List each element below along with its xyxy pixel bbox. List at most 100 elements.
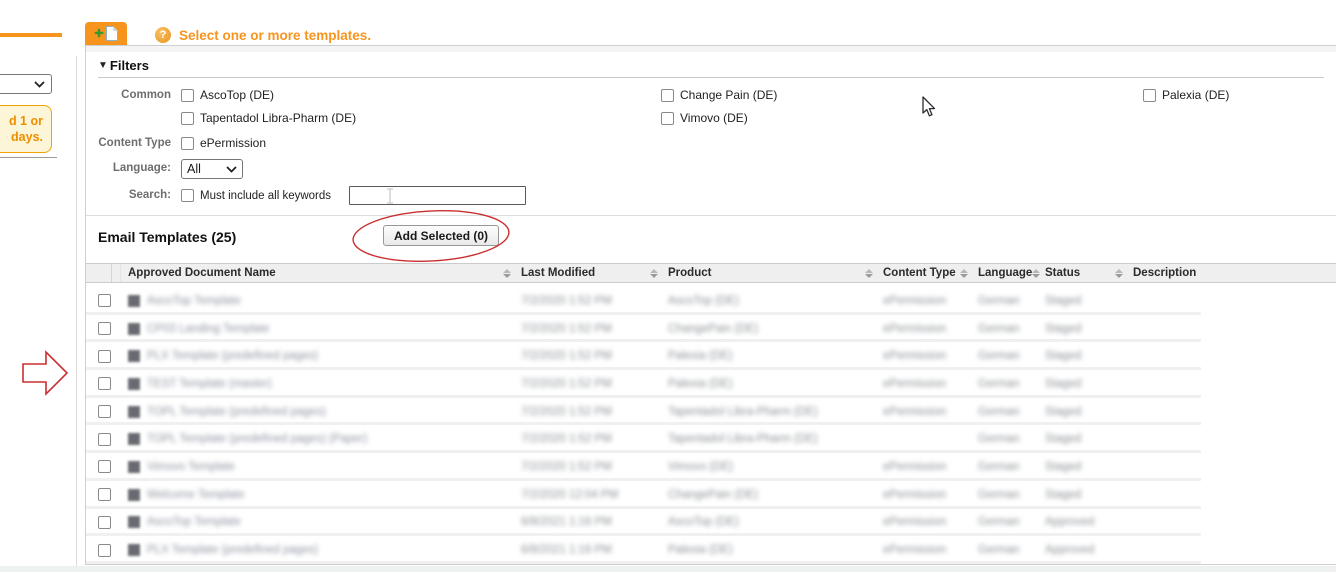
- filter-checkbox[interactable]: [1143, 89, 1156, 102]
- table-row: PLX Template (predefined pages) 7/2/2020…: [86, 342, 1201, 370]
- language-cell: German: [971, 398, 1038, 426]
- instruction-bar: ? Select one or more templates.: [155, 27, 371, 43]
- status-cell: Staged: [1038, 425, 1126, 453]
- row-checkbox[interactable]: [98, 350, 111, 363]
- content-type-filter-options: ePermission: [181, 134, 1143, 152]
- last-modified-text: 6/8/2021 1:16 PM: [521, 516, 612, 528]
- content-type-cell: ePermission: [876, 481, 971, 509]
- document-name-cell[interactable]: PLX Template (predefined pages): [121, 342, 514, 370]
- row-spacer-cell: [112, 315, 121, 343]
- row-checkbox[interactable]: [98, 377, 111, 390]
- sidebar-divider: [0, 157, 57, 158]
- filter-checkbox[interactable]: [181, 89, 194, 102]
- column-header-label: Product: [668, 267, 711, 279]
- column-header-status[interactable]: Status: [1038, 264, 1126, 282]
- filter-checkbox[interactable]: [661, 112, 674, 125]
- add-template-tab[interactable]: +: [85, 22, 127, 45]
- row-checkbox-cell: [86, 425, 112, 453]
- column-header-product[interactable]: Product: [661, 264, 876, 282]
- document-icon: [128, 433, 140, 445]
- collapse-triangle-icon[interactable]: ▼: [98, 60, 108, 71]
- content-type-cell: ePermission: [876, 287, 971, 315]
- sort-arrows-icon[interactable]: [503, 269, 511, 278]
- filter-option-4[interactable]: Vimovo (DE): [661, 109, 1143, 127]
- column-header-description[interactable]: Description: [1126, 264, 1336, 282]
- document-name-cell[interactable]: TEST Template (master): [121, 370, 514, 398]
- filter-option-0[interactable]: AscoTop (DE): [181, 86, 661, 104]
- search-input[interactable]: [349, 186, 526, 205]
- row-checkbox[interactable]: [98, 544, 111, 557]
- spacer-header-cell: [112, 264, 121, 282]
- document-icon: [128, 461, 140, 473]
- description-cell: [1126, 481, 1201, 509]
- language-text: German: [978, 461, 1020, 473]
- filter-option-epermission[interactable]: ePermission: [181, 134, 661, 152]
- row-checkbox[interactable]: [98, 405, 111, 418]
- sort-arrows-icon[interactable]: [650, 269, 658, 278]
- row-checkbox[interactable]: [98, 433, 111, 446]
- sort-arrows-icon[interactable]: [1115, 269, 1123, 278]
- filter-option-3[interactable]: Tapentadol Libra-Pharm (DE): [181, 109, 661, 127]
- column-header-label: Language: [978, 267, 1032, 279]
- document-name-cell[interactable]: TOPL Template (predefined pages): [121, 398, 514, 426]
- content-type-text: ePermission: [883, 378, 946, 390]
- filters-header[interactable]: ▼ Filters: [98, 58, 1324, 73]
- help-icon[interactable]: ?: [155, 27, 171, 43]
- row-checkbox-cell: [86, 287, 112, 315]
- row-spacer-cell: [112, 509, 121, 537]
- document-name-cell[interactable]: Vimovo Template: [121, 453, 514, 481]
- status-text: Approved: [1045, 516, 1094, 528]
- row-checkbox[interactable]: [98, 516, 111, 529]
- filter-option-2[interactable]: Palexia (DE): [1143, 86, 1229, 104]
- table-row: Vimovo Template 7/2/2020 1:52 PM Vimovo …: [86, 453, 1201, 481]
- column-header-approved-document-name[interactable]: Approved Document Name: [121, 264, 514, 282]
- last-modified-text: 7/2/2020 1:52 PM: [521, 295, 612, 307]
- table-row: Welcome Template 7/2/2020 12:04 PM Chang…: [86, 481, 1201, 509]
- row-checkbox[interactable]: [98, 294, 111, 307]
- sort-arrows-icon[interactable]: [865, 269, 873, 278]
- column-header-content-type[interactable]: Content Type: [876, 264, 971, 282]
- keywords-checkbox[interactable]: [181, 189, 194, 202]
- column-header-last-modified[interactable]: Last Modified: [514, 264, 661, 282]
- row-checkbox-cell: [86, 453, 112, 481]
- sidebar-dropdown[interactable]: [0, 74, 52, 94]
- document-name-cell[interactable]: CP03 Landing Template: [121, 315, 514, 343]
- epermission-checkbox[interactable]: [181, 137, 194, 150]
- last-modified-cell: 7/2/2020 1:52 PM: [514, 453, 661, 481]
- content-type-cell: ePermission: [876, 509, 971, 537]
- status-cell: Staged: [1038, 398, 1126, 426]
- language-text: German: [978, 323, 1020, 335]
- language-select[interactable]: All: [181, 159, 243, 179]
- document-icon: [106, 26, 118, 41]
- filter-checkbox[interactable]: [181, 112, 194, 125]
- language-text: German: [978, 350, 1020, 362]
- sort-arrows-icon[interactable]: [960, 269, 968, 278]
- product-cell: AscoTop (DE): [661, 509, 876, 537]
- document-name-cell[interactable]: Welcome Template: [121, 481, 514, 509]
- row-spacer-cell: [112, 287, 121, 315]
- list-header: Email Templates (25) Add Selected (0): [86, 216, 1336, 260]
- search-filter-label: Search:: [98, 186, 171, 201]
- row-checkbox[interactable]: [98, 460, 111, 473]
- document-name-cell[interactable]: AscoTop Template: [121, 287, 514, 315]
- column-header-language[interactable]: Language: [971, 264, 1038, 282]
- row-checkbox[interactable]: [98, 322, 111, 335]
- description-cell: [1126, 398, 1201, 426]
- filter-option-label: AscoTop (DE): [200, 88, 274, 102]
- product-text: AscoTop (DE): [668, 295, 739, 307]
- filter-option-1[interactable]: Change Pain (DE): [661, 86, 1143, 104]
- add-selected-button[interactable]: Add Selected (0): [383, 225, 499, 246]
- filter-checkbox[interactable]: [661, 89, 674, 102]
- content-type-cell: ePermission: [876, 315, 971, 343]
- product-cell: Vimovo (DE): [661, 453, 876, 481]
- document-name-cell[interactable]: PLX Template (predefined pages): [121, 536, 514, 564]
- language-cell: German: [971, 315, 1038, 343]
- product-text: ChangePain (DE): [668, 323, 758, 335]
- notice-line: d 1 or: [9, 113, 43, 129]
- document-name-cell[interactable]: AscoTop Template: [121, 509, 514, 537]
- table-row: TEST Template (master) 7/2/2020 1:52 PM …: [86, 370, 1201, 398]
- document-name-text: TOPL Template (predefined pages) (Paper): [147, 433, 367, 445]
- document-name-cell[interactable]: TOPL Template (predefined pages) (Paper): [121, 425, 514, 453]
- row-checkbox[interactable]: [98, 488, 111, 501]
- language-text: German: [978, 544, 1020, 556]
